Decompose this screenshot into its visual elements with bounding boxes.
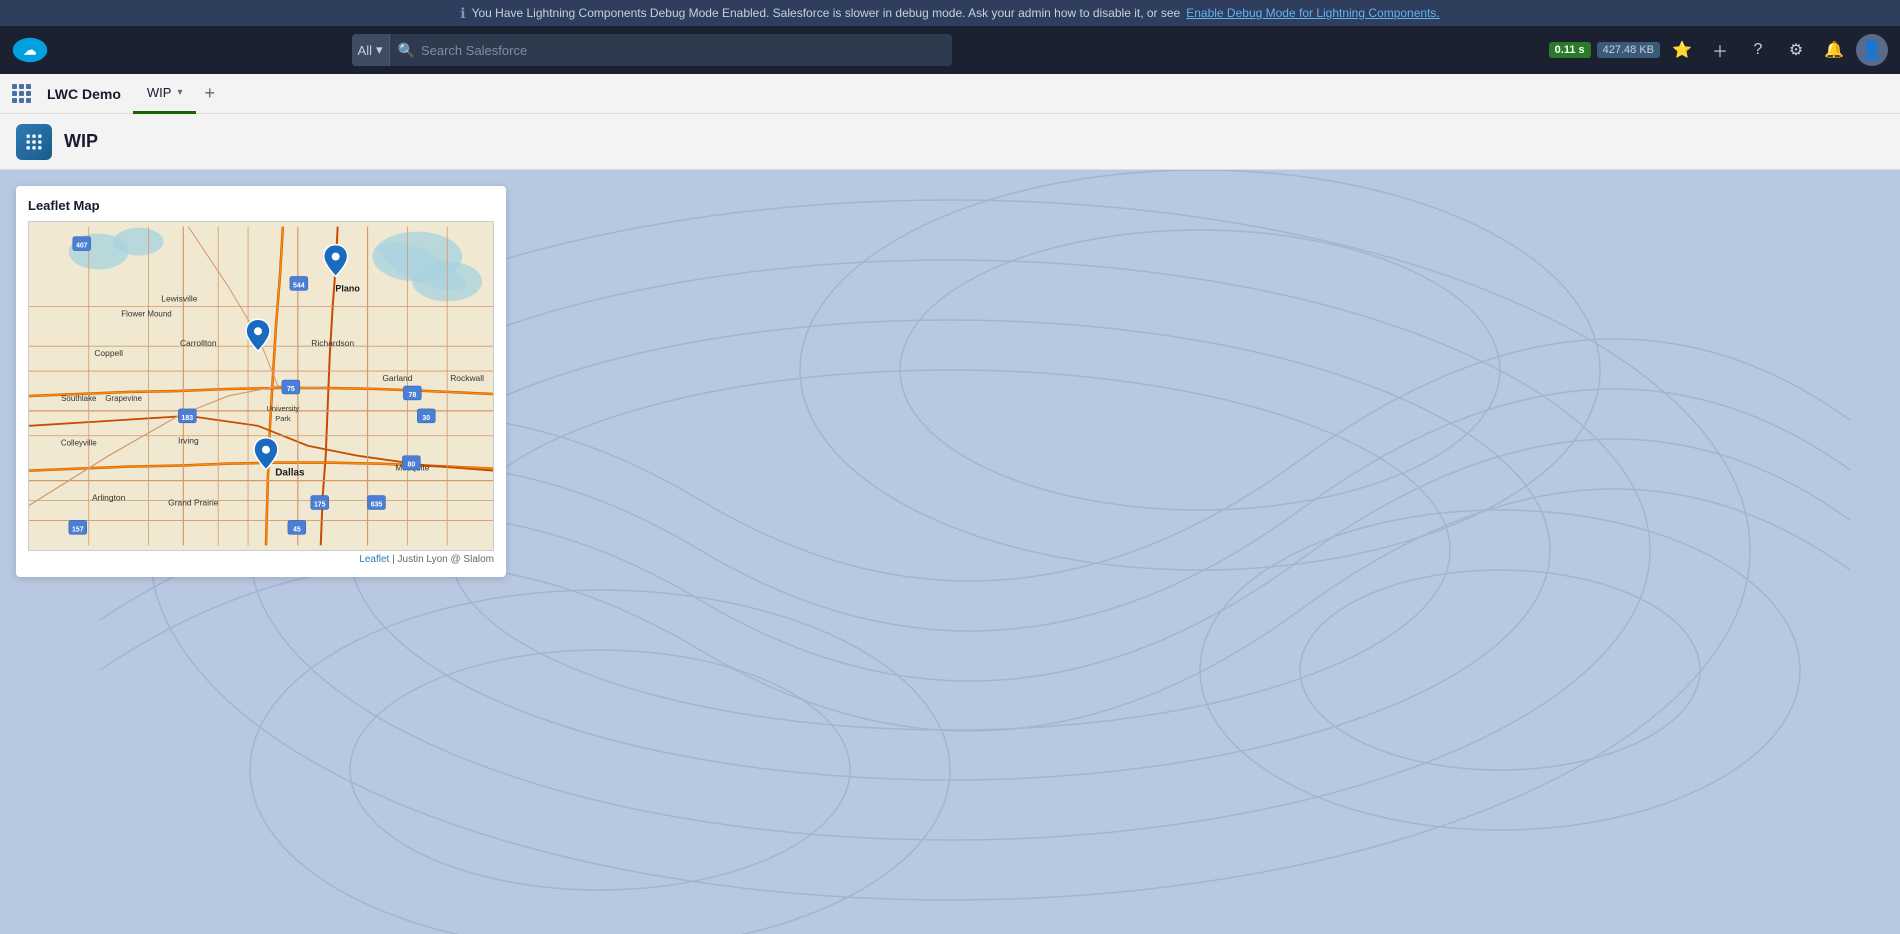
svg-text:80: 80 <box>407 462 415 469</box>
setup-button[interactable]: ⚙ <box>1780 34 1812 66</box>
svg-text:Colleyville: Colleyville <box>61 439 97 448</box>
header-right: 0.11 s 427.48 KB ⭐ ＋ ? ⚙ 🔔 👤 <box>1549 34 1888 66</box>
notifications-button[interactable]: 🔔 <box>1818 34 1850 66</box>
svg-text:157: 157 <box>72 526 84 533</box>
svg-text:45: 45 <box>293 526 301 533</box>
user-avatar[interactable]: 👤 <box>1856 34 1888 66</box>
search-icon: 🔍 <box>398 42 415 59</box>
svg-text:635: 635 <box>371 501 383 508</box>
wip-tab[interactable]: WIP ▾ <box>133 74 197 114</box>
add-button[interactable]: ＋ <box>1704 34 1736 66</box>
search-input[interactable] <box>421 43 944 58</box>
page-title: WIP <box>64 131 98 152</box>
svg-text:Flower Mound: Flower Mound <box>121 309 171 318</box>
svg-text:Lewisville: Lewisville <box>161 293 197 303</box>
svg-text:Dallas: Dallas <box>275 468 305 479</box>
svg-text:Carrollton: Carrollton <box>180 338 217 348</box>
tab-label: WIP <box>147 85 172 100</box>
svg-text:30: 30 <box>422 415 430 422</box>
salesforce-logo[interactable]: ☁ <box>12 32 48 68</box>
debug-link[interactable]: Enable Debug Mode for Lightning Componen… <box>1186 6 1440 20</box>
svg-text:Grapevine: Grapevine <box>105 394 142 403</box>
svg-text:☁: ☁ <box>24 42 37 57</box>
svg-text:Rockwall: Rockwall <box>450 373 484 383</box>
map-attribution: Leaflet | Justin Lyon @ Slalom <box>28 554 494 565</box>
leaflet-map-svg: 407 544 Lewisville Flower Mound Plano Ca… <box>29 222 493 550</box>
app-launcher-button[interactable] <box>8 80 35 107</box>
svg-text:544: 544 <box>293 282 305 289</box>
performance-kb-badge: 427.48 KB <box>1597 42 1660 58</box>
chevron-down-icon: ▾ <box>376 42 383 58</box>
svg-text:Garland: Garland <box>382 373 412 383</box>
svg-text:175: 175 <box>314 501 326 508</box>
performance-time-badge: 0.11 s <box>1549 42 1591 58</box>
svg-text:Richardson: Richardson <box>311 338 354 348</box>
add-tab-button[interactable]: + <box>200 83 219 104</box>
search-bar: All ▾ 🔍 <box>352 34 952 66</box>
map-card-title: Leaflet Map <box>28 198 494 213</box>
main-content: .topo { fill: none; stroke: #2a4a7f; str… <box>0 170 1900 934</box>
debug-banner: ℹ You Have Lightning Components Debug Mo… <box>0 0 1900 26</box>
leaflet-link[interactable]: Leaflet <box>359 554 389 565</box>
map-card: Leaflet Map <box>16 186 506 577</box>
svg-text:Southlake: Southlake <box>61 394 97 403</box>
svg-text:Coppell: Coppell <box>94 348 123 358</box>
svg-text:Grand Prairie: Grand Prairie <box>168 497 219 507</box>
help-button[interactable]: ? <box>1742 34 1774 66</box>
favorites-button[interactable]: ⭐ <box>1666 34 1698 66</box>
page-header: WIP <box>0 114 1900 170</box>
svg-text:407: 407 <box>76 243 88 250</box>
svg-text:183: 183 <box>182 415 194 422</box>
debug-message: You Have Lightning Components Debug Mode… <box>472 6 1181 20</box>
search-scope-dropdown[interactable]: All ▾ <box>352 34 390 66</box>
svg-text:Plano: Plano <box>335 283 360 293</box>
svg-text:Irving: Irving <box>178 436 199 446</box>
page-icon <box>16 124 52 160</box>
chevron-down-icon: ▾ <box>177 87 182 98</box>
svg-text:75: 75 <box>287 386 295 393</box>
svg-text:78: 78 <box>408 392 416 399</box>
svg-text:Arlington: Arlington <box>92 493 126 503</box>
app-bar: LWC Demo WIP ▾ + <box>0 74 1900 114</box>
app-name: LWC Demo <box>39 86 129 102</box>
map-container[interactable]: 407 544 Lewisville Flower Mound Plano Ca… <box>28 221 494 551</box>
info-icon: ℹ <box>460 5 465 22</box>
header: ☁ All ▾ 🔍 0.11 s 427.48 KB ⭐ ＋ ? ⚙ 🔔 👤 <box>0 26 1900 74</box>
